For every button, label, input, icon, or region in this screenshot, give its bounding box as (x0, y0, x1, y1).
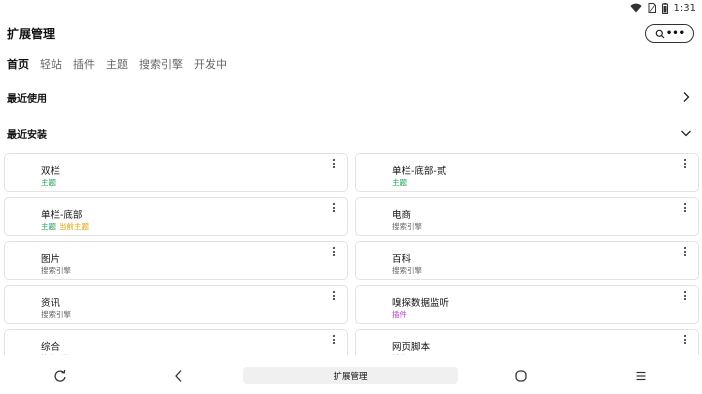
extension-tag: 主题 (41, 222, 56, 231)
home-button[interactable] (513, 368, 529, 384)
extension-tag: 当前主题 (59, 222, 89, 231)
extension-tags: 搜索引擎 (392, 265, 422, 276)
refresh-button[interactable] (52, 368, 68, 384)
battery-icon (661, 2, 668, 14)
extension-card[interactable]: 综合搜索引擎 (4, 329, 348, 355)
extension-card[interactable]: 资讯 搜索引擎 (4, 285, 348, 324)
tab-5[interactable]: 开发中 (194, 56, 227, 72)
tab-2[interactable]: 插件 (73, 56, 95, 72)
page-title: 扩展管理 (7, 27, 56, 41)
back-icon (175, 370, 182, 382)
extension-tags: 主题 当前主题 (41, 221, 89, 232)
section-label-recent-used: 最近使用 (7, 94, 47, 105)
extension-tags: 插件 (392, 353, 407, 355)
refresh-icon (54, 369, 66, 382)
tab-3[interactable]: 主题 (106, 56, 128, 72)
card-more-icon[interactable] (331, 203, 337, 217)
extension-name: 双栏 (41, 166, 61, 177)
chevron-down-icon (681, 130, 691, 137)
extension-name: 网页脚本 (392, 342, 431, 353)
card-more-icon[interactable] (682, 335, 688, 349)
card-more-icon[interactable] (331, 159, 337, 173)
extension-card[interactable]: 单栏-底部 主题 当前主题 (4, 197, 348, 236)
extension-tag: 搜索引擎 (41, 266, 71, 275)
extension-card[interactable]: 百科 搜索引擎 (355, 241, 699, 280)
tab-1[interactable]: 轻站 (40, 56, 62, 72)
extension-grid: 双栏 主题 单栏-底部-贰 主题 单栏-底部 主题 当前主题 电商 搜索引擎 图片 搜索引擎 百科 搜索… (0, 153, 702, 355)
extension-tags: 搜索引擎 (41, 309, 71, 320)
extension-tags: 搜索引擎 (392, 221, 422, 232)
bottom-nav: 扩展管理 (0, 358, 702, 394)
card-more-icon[interactable] (682, 203, 688, 217)
extension-tag: 主题 (392, 178, 407, 187)
extension-tags: 插件 (392, 309, 407, 320)
extension-tags: 主题 (41, 177, 56, 188)
extension-name: 资讯 (41, 298, 61, 309)
home-icon (515, 370, 527, 382)
search-icon (655, 29, 665, 38)
section-recent-installed[interactable]: 最近安装 (0, 121, 702, 145)
app-header: 扩展管理 ••• (0, 22, 702, 46)
card-more-icon[interactable] (331, 247, 337, 261)
extension-tag: 搜索引擎 (41, 353, 71, 355)
extension-name: 嗅探数据监听 (392, 298, 450, 309)
extension-card[interactable]: 单栏-底部-贰 主题 (355, 153, 699, 192)
extension-name: 百科 (392, 254, 412, 265)
menu-icon (636, 371, 646, 381)
extension-tag: 搜索引擎 (41, 310, 71, 319)
extension-tags: 主题 (392, 177, 407, 188)
extension-card[interactable]: 嗅探数据监听 插件 (355, 285, 699, 324)
current-page-pill[interactable]: 扩展管理 (243, 367, 458, 384)
tab-bar: 首页 轻站 插件 主题 搜索引擎 开发中 (7, 56, 238, 72)
status-bar: 1:31 (629, 0, 702, 16)
extension-tag: 主题 (41, 178, 56, 187)
extension-name: 单栏-底部 (41, 210, 83, 221)
extension-card[interactable]: 电商 搜索引擎 (355, 197, 699, 236)
chevron-right-icon (683, 92, 690, 102)
extension-tag: 插件 (392, 310, 407, 319)
extension-name: 综合 (41, 342, 61, 353)
tab-0[interactable]: 首页 (7, 56, 29, 72)
extension-tag: 插件 (392, 353, 407, 355)
header-action-pill: ••• (645, 24, 694, 43)
extension-card[interactable]: 双栏 主题 (4, 153, 348, 192)
extension-tag: 搜索引擎 (392, 222, 422, 231)
extension-name: 图片 (41, 254, 61, 265)
extension-tags: 搜索引擎 (41, 265, 71, 276)
card-more-icon[interactable] (331, 291, 337, 305)
back-button[interactable] (171, 368, 187, 384)
card-more-icon[interactable] (682, 291, 688, 305)
sim-icon (648, 3, 656, 13)
section-label-recent-installed: 最近安装 (7, 130, 47, 141)
extension-name: 电商 (392, 210, 412, 221)
search-button[interactable] (654, 28, 666, 40)
more-options-button[interactable]: ••• (666, 28, 685, 39)
extension-name: 单栏-底部-贰 (392, 166, 447, 177)
wifi-icon (629, 3, 642, 13)
section-recent-used[interactable]: 最近使用 (0, 85, 702, 109)
card-more-icon[interactable] (682, 247, 688, 261)
status-time: 1:31 (673, 2, 696, 14)
menu-button[interactable] (633, 368, 649, 384)
extension-tags: 搜索引擎 (41, 353, 71, 355)
extension-card[interactable]: 网页脚本插件 (355, 329, 699, 355)
extension-card[interactable]: 图片 搜索引擎 (4, 241, 348, 280)
card-more-icon[interactable] (682, 159, 688, 173)
tab-4[interactable]: 搜索引擎 (139, 56, 183, 72)
card-more-icon[interactable] (331, 335, 337, 349)
extension-tag: 搜索引擎 (392, 266, 422, 275)
